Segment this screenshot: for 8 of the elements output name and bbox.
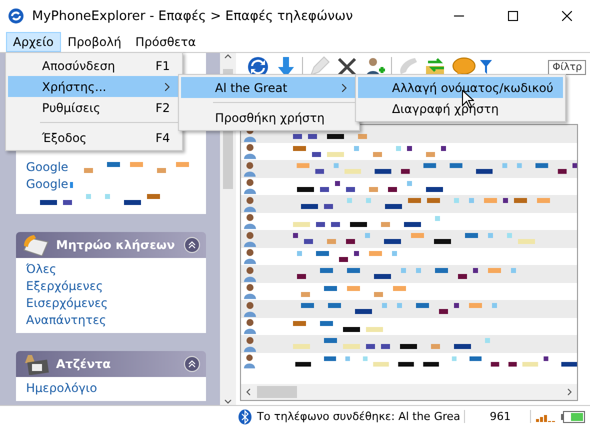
- contact-count: 961: [470, 410, 532, 423]
- section-title: Μητρώο κλήσεων: [56, 238, 176, 252]
- shortcut-label: F2: [155, 100, 170, 114]
- section-title: Ατζέντα: [56, 357, 112, 371]
- window-title: MyPhoneExplorer - Επαφές > Επαφές τηλεφώνων: [32, 8, 354, 24]
- status-message: Το τηλέφωνο συνδέθηκε: Al the Grea: [257, 410, 466, 423]
- shortcut-label: F4: [155, 130, 170, 144]
- shortcut-label: F1: [155, 58, 170, 72]
